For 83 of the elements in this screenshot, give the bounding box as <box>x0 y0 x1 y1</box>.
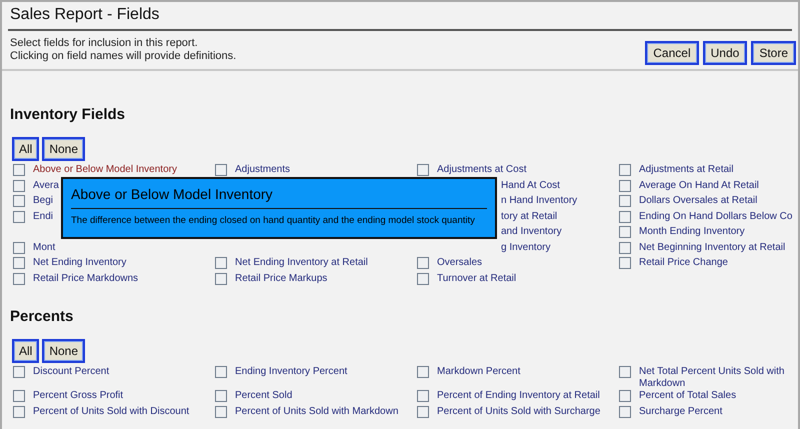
checkbox[interactable] <box>417 366 429 378</box>
field-link[interactable]: Dollars Oversales at Retail <box>639 195 758 207</box>
section-heading: Percents <box>10 308 74 326</box>
checkbox[interactable] <box>619 257 631 269</box>
field-link[interactable]: Month Ending Inventory <box>639 226 745 238</box>
checkbox[interactable] <box>619 195 631 207</box>
tooltip-title: Above or Below Model Inventory <box>71 179 487 209</box>
checkbox[interactable] <box>13 390 25 402</box>
instruction-text: Clicking on field names will provide definitions. <box>10 50 236 63</box>
checkbox[interactable] <box>13 406 25 418</box>
checkbox[interactable] <box>417 406 429 418</box>
tooltip-text: The difference between the ending closed on hand quantity and the ending model stock quantity <box>71 215 476 227</box>
field-link[interactable]: Markdown Percent <box>437 366 520 378</box>
checkbox[interactable] <box>13 195 25 207</box>
checkbox[interactable] <box>13 180 25 192</box>
checkbox[interactable] <box>417 272 429 284</box>
checkbox[interactable] <box>13 366 25 378</box>
field-link[interactable]: Above or Below Model Inventory <box>33 164 177 176</box>
checkbox[interactable] <box>13 210 25 222</box>
checkbox[interactable] <box>619 390 631 402</box>
checkbox[interactable] <box>619 226 631 238</box>
field-link[interactable]: tory at Retail <box>501 210 558 222</box>
checkbox[interactable] <box>619 366 631 378</box>
select-button[interactable]: None <box>42 339 86 363</box>
field-link[interactable]: Percent of Total Sales <box>639 390 736 402</box>
field-link[interactable]: Retail Price Markups <box>235 272 328 284</box>
field-link[interactable]: Percent of Ending Inventory at Retail <box>437 390 600 402</box>
select-button[interactable]: All <box>12 339 40 363</box>
section-heading: Inventory Fields <box>10 106 126 124</box>
checkbox[interactable] <box>215 366 227 378</box>
checkbox[interactable] <box>13 164 25 176</box>
checkbox[interactable] <box>417 390 429 402</box>
field-link[interactable]: Mont <box>33 242 56 254</box>
checkbox[interactable] <box>215 257 227 269</box>
field-link[interactable]: Net Beginning Inventory at Retail <box>639 242 786 254</box>
field-link[interactable]: Percent of Units Sold with Markdown <box>235 406 398 418</box>
field-link[interactable]: Adjustments <box>235 164 290 176</box>
dialog-button[interactable]: Undo <box>702 41 748 65</box>
field-link[interactable]: Ending On Hand Dollars Below Co <box>639 210 792 222</box>
instruction-text: Select fields for inclusion in this report. <box>10 37 199 50</box>
field-link[interactable]: Percent Sold <box>235 390 292 402</box>
field-link[interactable]: n Hand Inventory <box>501 195 578 207</box>
field-link[interactable]: Surcharge Percent <box>639 406 722 418</box>
field-link[interactable]: Ending Inventory Percent <box>235 366 348 378</box>
field-link[interactable]: Avera <box>33 180 59 192</box>
checkbox[interactable] <box>13 257 25 269</box>
checkbox[interactable] <box>619 164 631 176</box>
field-link[interactable]: Adjustments at Cost <box>437 164 526 176</box>
select-button[interactable]: None <box>42 137 86 161</box>
checkbox[interactable] <box>215 390 227 402</box>
field-link[interactable]: Begi <box>33 195 54 207</box>
checkbox[interactable] <box>215 164 227 176</box>
dialog-title: Sales Report - Fields <box>8 2 792 31</box>
field-link[interactable]: Turnover at Retail <box>437 272 516 284</box>
field-link[interactable]: Net Ending Inventory <box>33 257 126 269</box>
dialog-button[interactable]: Cancel <box>645 41 699 65</box>
checkbox[interactable] <box>13 272 25 284</box>
checkbox[interactable] <box>417 257 429 269</box>
field-link[interactable]: Discount Percent <box>33 366 110 378</box>
checkbox[interactable] <box>215 272 227 284</box>
field-link[interactable]: Average On Hand At Retail <box>639 180 759 192</box>
dialog-button[interactable]: Store <box>751 41 796 65</box>
field-link[interactable]: Net Ending Inventory at Retail <box>235 257 368 269</box>
checkbox[interactable] <box>13 242 25 254</box>
field-link[interactable]: Retail Price Change <box>639 257 728 269</box>
field-link[interactable]: Percent of Units Sold with Discount <box>33 406 190 418</box>
field-link[interactable]: Hand At Cost <box>501 180 560 192</box>
field-link[interactable]: Endi <box>33 210 54 222</box>
checkbox[interactable] <box>619 210 631 222</box>
checkbox[interactable] <box>417 164 429 176</box>
checkbox[interactable] <box>619 180 631 192</box>
field-link[interactable]: Retail Price Markdowns <box>33 272 138 284</box>
checkbox[interactable] <box>619 242 631 254</box>
select-button[interactable]: All <box>12 137 40 161</box>
field-link[interactable]: Oversales <box>437 257 482 269</box>
field-link[interactable]: Adjustments at Retail <box>639 164 734 176</box>
field-link[interactable]: and Inventory <box>501 226 562 238</box>
field-link[interactable]: g Inventory <box>501 242 550 254</box>
checkbox[interactable] <box>215 406 227 418</box>
field-link[interactable]: Percent of Units Sold with Surcharge <box>437 406 600 418</box>
field-link[interactable]: Percent Gross Profit <box>33 390 124 402</box>
checkbox[interactable] <box>619 406 631 418</box>
field-link[interactable]: Net Total Percent Units Sold with Markdown <box>639 366 798 390</box>
